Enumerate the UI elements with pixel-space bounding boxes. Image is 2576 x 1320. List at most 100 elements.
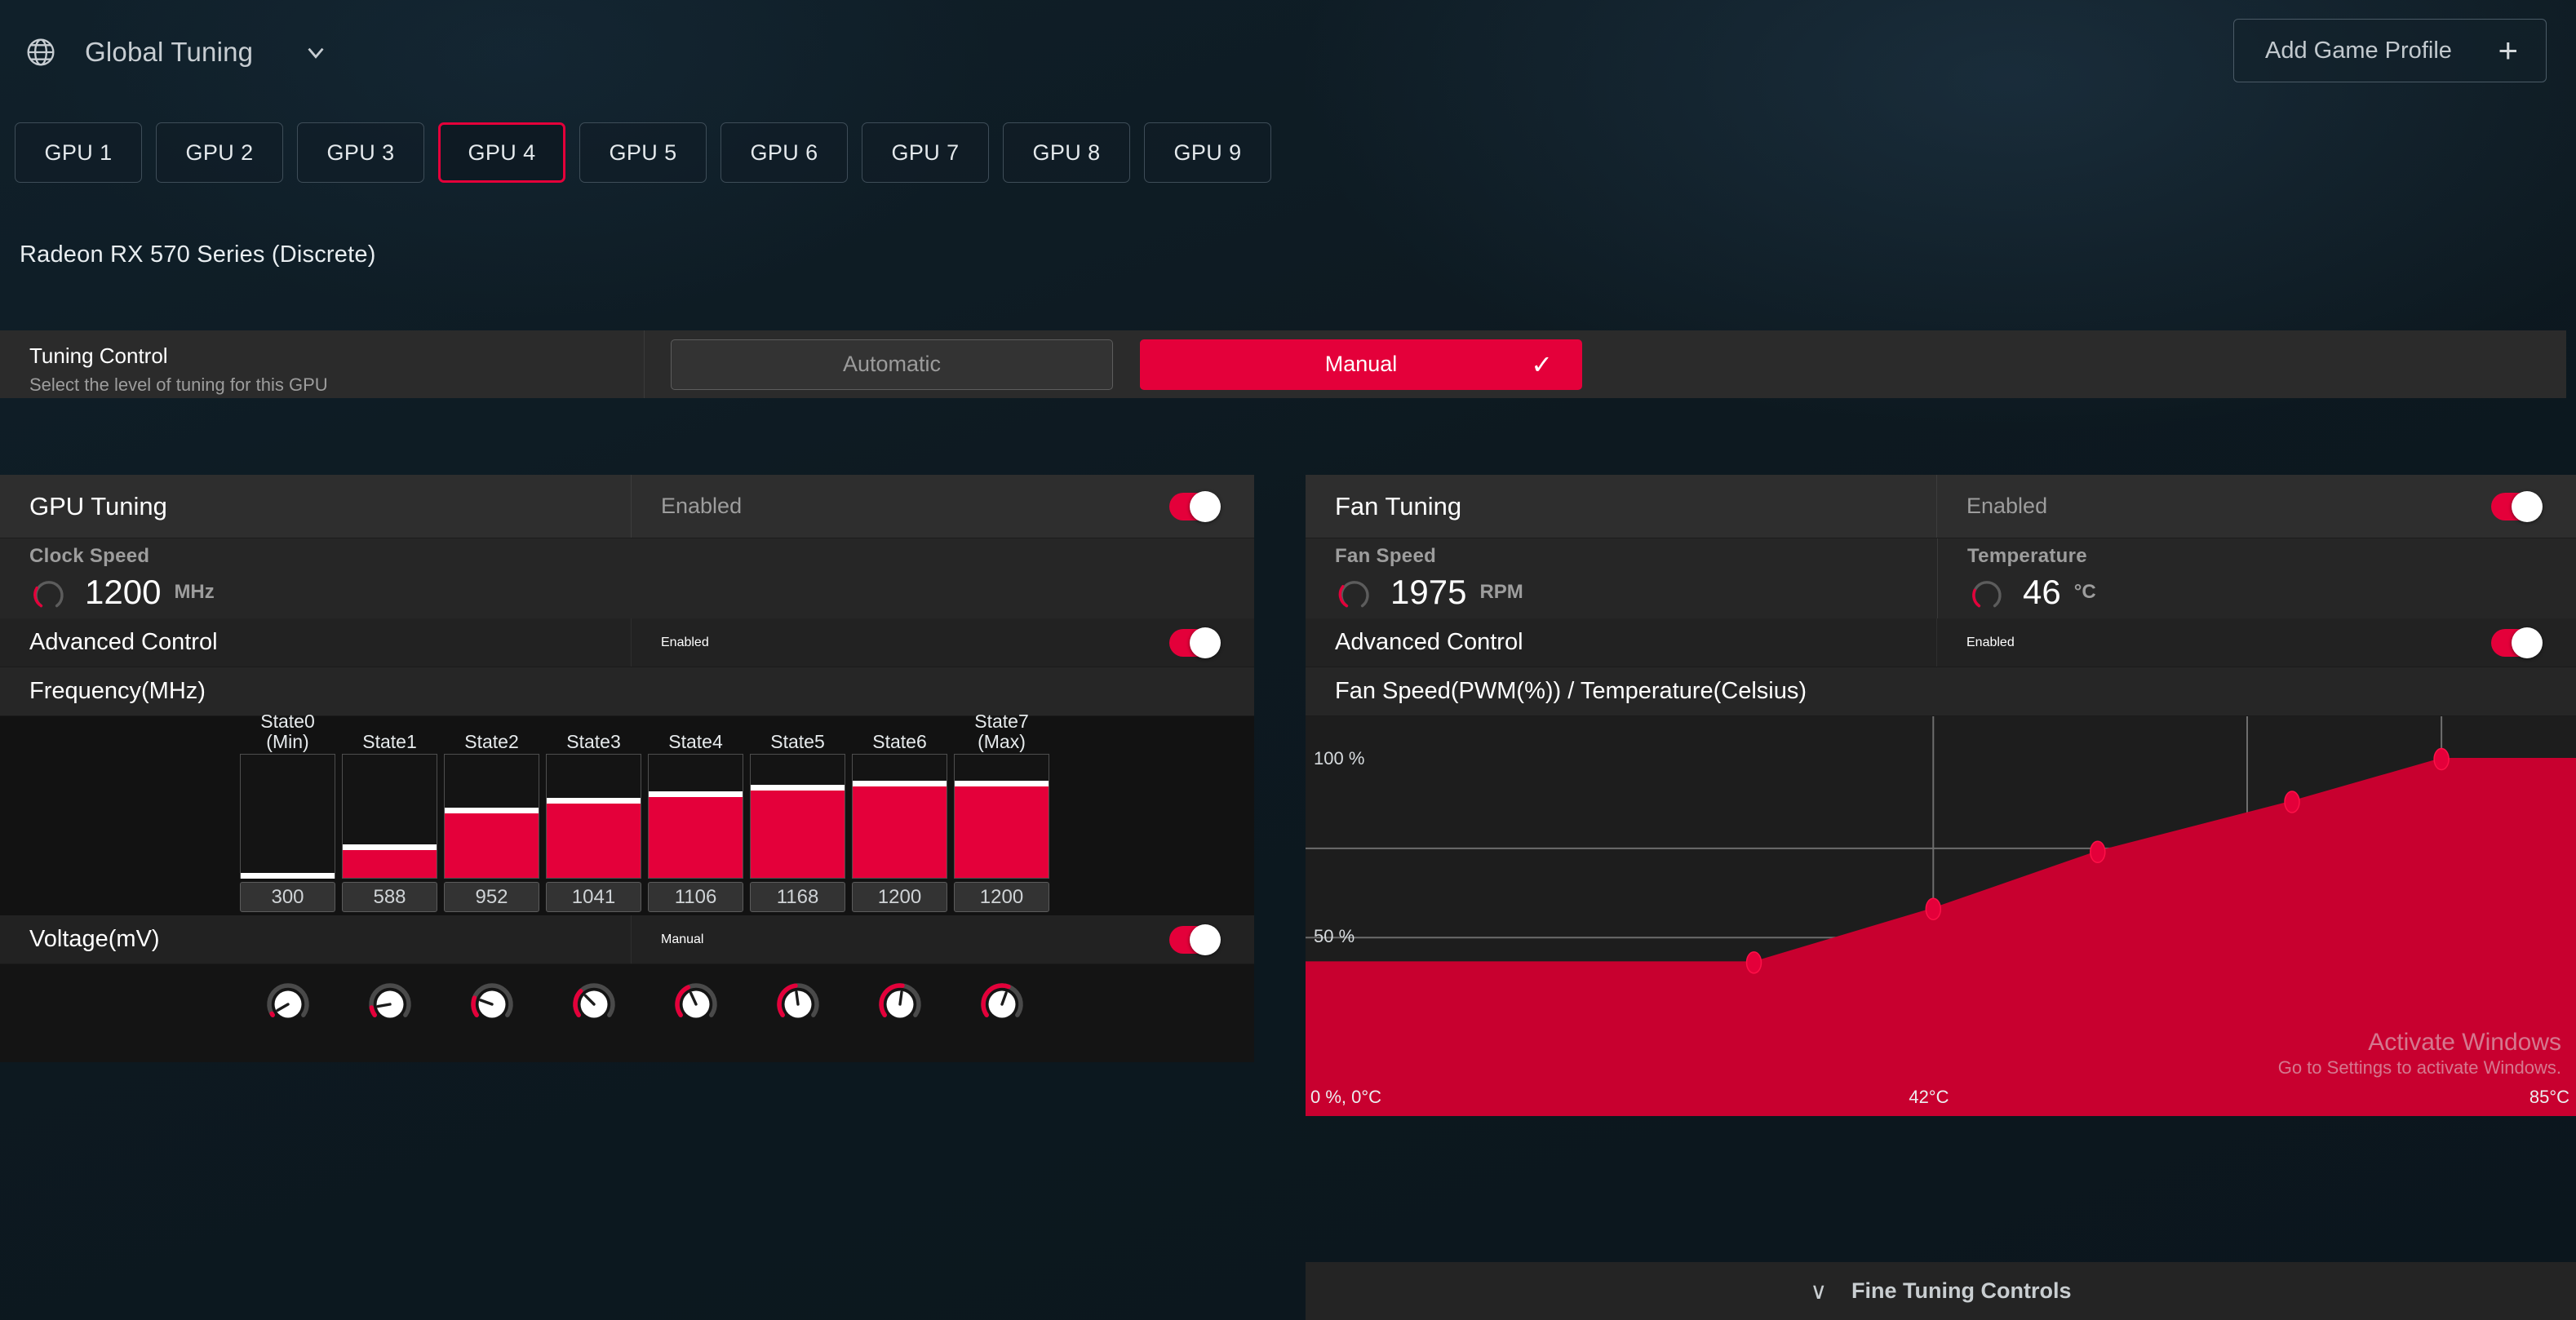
fine-tuning-controls-button[interactable]: ∨ Fine Tuning Controls (1306, 1262, 2576, 1320)
tuning-mode-manual-button[interactable]: Manual ✓ (1140, 339, 1582, 390)
fan-curve-point[interactable] (1745, 951, 1762, 974)
gpu-tab-3[interactable]: GPU 3 (297, 122, 424, 183)
gpu-tab-4[interactable]: GPU 4 (438, 122, 565, 183)
voltage-knob[interactable] (669, 977, 723, 1031)
globe-icon (27, 38, 55, 66)
voltage-knob[interactable] (567, 977, 621, 1031)
fan-speed-value-wrap: 1975 RPM (1335, 573, 1937, 612)
frequency-bar-track[interactable] (444, 754, 539, 879)
frequency-bar-handle[interactable] (751, 784, 845, 791)
gpu-advanced-control-toggle[interactable] (1169, 627, 1221, 658)
voltage-knob[interactable] (261, 977, 315, 1031)
tuning-control-info: Tuning Control Select the level of tunin… (0, 330, 645, 398)
gpu-tab-1[interactable]: GPU 1 (15, 122, 142, 183)
voltage-row: Voltage(mV) Manual (0, 915, 1254, 964)
voltage-toggle[interactable] (1169, 924, 1221, 955)
voltage-knob[interactable] (975, 977, 1029, 1031)
fan-curve-point[interactable] (2433, 747, 2450, 771)
voltage-knob-column (237, 964, 339, 1062)
toggle-knob (2512, 490, 2543, 522)
state-label-line1: State4 (668, 731, 723, 753)
fan-advanced-control-toggle[interactable] (2491, 627, 2543, 658)
chevron-down-icon[interactable] (302, 38, 330, 66)
check-icon: ✓ (1531, 349, 1553, 379)
profile-name: Global Tuning (85, 37, 254, 67)
temperature-unit: °C (2073, 581, 2096, 603)
gpu-tab-2[interactable]: GPU 2 (156, 122, 283, 183)
frequency-value-input[interactable]: 1200 (852, 882, 947, 912)
gpu-tab-label: GPU 7 (891, 140, 960, 165)
frequency-bar-fill (649, 795, 743, 878)
frequency-bar-handle[interactable] (241, 873, 335, 879)
tuning-mode-automatic-label: Automatic (842, 352, 942, 376)
device-name: Radeon RX 570 Series (Discrete) (20, 241, 376, 268)
gpu-tuning-panel: GPU Tuning Enabled Clock Speed 1200 MHz (0, 475, 1254, 1062)
profile-selector[interactable]: Global Tuning (16, 24, 338, 80)
frequency-bar-handle[interactable] (445, 807, 539, 813)
frequency-bar-track[interactable] (240, 754, 335, 879)
frequency-bar-handle[interactable] (547, 798, 641, 804)
add-game-profile-button[interactable]: Add Game Profile + (2233, 19, 2547, 82)
frequency-bar-column: State0 (Min) 300 (237, 711, 339, 915)
fan-curve-chart[interactable]: 100 % 50 % 0 %, 0°C 42°C 85°C Activate Windo… (1306, 716, 2576, 1116)
fan-readout-row: Fan Speed 1975 RPM Temperature 46 °C (1306, 538, 2576, 618)
fan-curve-point[interactable] (2090, 840, 2106, 864)
app-root: Global Tuning Add Game Profile + GPU 1 GP… (0, 0, 2576, 1320)
clock-speed-value-wrap: 1200 MHz (29, 573, 1254, 612)
voltage-knob[interactable] (771, 977, 825, 1031)
frequency-bar-column: State5 1168 (747, 716, 849, 915)
toggle-knob (1190, 924, 1221, 955)
gpu-tab-label: GPU 6 (750, 140, 818, 165)
gpu-tab-label: GPU 1 (44, 140, 113, 165)
frequency-bar-fill (343, 848, 437, 878)
state-label-line1: State5 (770, 731, 825, 753)
gpu-tab-8[interactable]: GPU 8 (1003, 122, 1130, 183)
toggle-knob (2512, 627, 2543, 658)
frequency-bar-track[interactable] (954, 754, 1049, 879)
frequency-value-input[interactable]: 1168 (750, 882, 845, 912)
tuning-mode-automatic-button[interactable]: Automatic (671, 339, 1113, 390)
frequency-bar-fill (751, 787, 845, 878)
frequency-value-input[interactable]: 1041 (546, 882, 641, 912)
frequency-bar-handle[interactable] (649, 791, 743, 798)
frequency-bar-handle[interactable] (955, 781, 1049, 787)
fan-tuning-state-label: Enabled (1966, 494, 2048, 518)
voltage-label: Voltage(mV) (0, 915, 632, 963)
gpu-tuning-toggle[interactable] (1169, 490, 1221, 522)
gauge-icon (33, 581, 64, 608)
fan-curve-point[interactable] (2284, 791, 2300, 813)
frequency-bar-track[interactable] (546, 754, 641, 879)
gpu-tab-9[interactable]: GPU 9 (1144, 122, 1271, 183)
frequency-bar-track[interactable] (852, 754, 947, 879)
temperature-label: Temperature (1967, 545, 2087, 567)
frequency-value-input[interactable]: 1200 (954, 882, 1049, 912)
fan-advanced-control-state-label: Enabled (1966, 635, 2015, 649)
fan-curve-point[interactable] (1925, 897, 1942, 920)
voltage-knob[interactable] (873, 977, 927, 1031)
frequency-bar-track[interactable] (342, 754, 437, 879)
fan-curve-section-label: Fan Speed(PWM(%)) / Temperature(Celsius) (1306, 667, 2576, 716)
voltage-knob-column (645, 964, 747, 1062)
state-label-line2: (Max) (978, 731, 1026, 753)
gpu-tab-6[interactable]: GPU 6 (720, 122, 848, 183)
gpu-tab-label: GPU 4 (468, 140, 536, 165)
fan-curve-svg (1306, 716, 2576, 1116)
frequency-value-input[interactable]: 952 (444, 882, 539, 912)
frequency-value-input[interactable]: 588 (342, 882, 437, 912)
frequency-state-label: State0 (Min) (237, 711, 339, 754)
frequency-value-input[interactable]: 300 (240, 882, 335, 912)
frequency-bar-handle[interactable] (853, 781, 947, 787)
gpu-tab-7[interactable]: GPU 7 (862, 122, 989, 183)
temperature-value-wrap: 46 °C (1967, 573, 2576, 612)
state-label-line1: State1 (362, 731, 417, 753)
frequency-value-input[interactable]: 1106 (648, 882, 743, 912)
frequency-bar-track[interactable] (750, 754, 845, 879)
frequency-bar-track[interactable] (648, 754, 743, 879)
fan-speed-value: 1975 (1390, 573, 1467, 611)
gpu-tab-5[interactable]: GPU 5 (579, 122, 707, 183)
frequency-bar-handle[interactable] (343, 844, 437, 851)
voltage-knob-column (849, 964, 951, 1062)
voltage-knob[interactable] (465, 977, 519, 1031)
voltage-knob[interactable] (363, 977, 417, 1031)
fan-tuning-toggle[interactable] (2491, 490, 2543, 522)
